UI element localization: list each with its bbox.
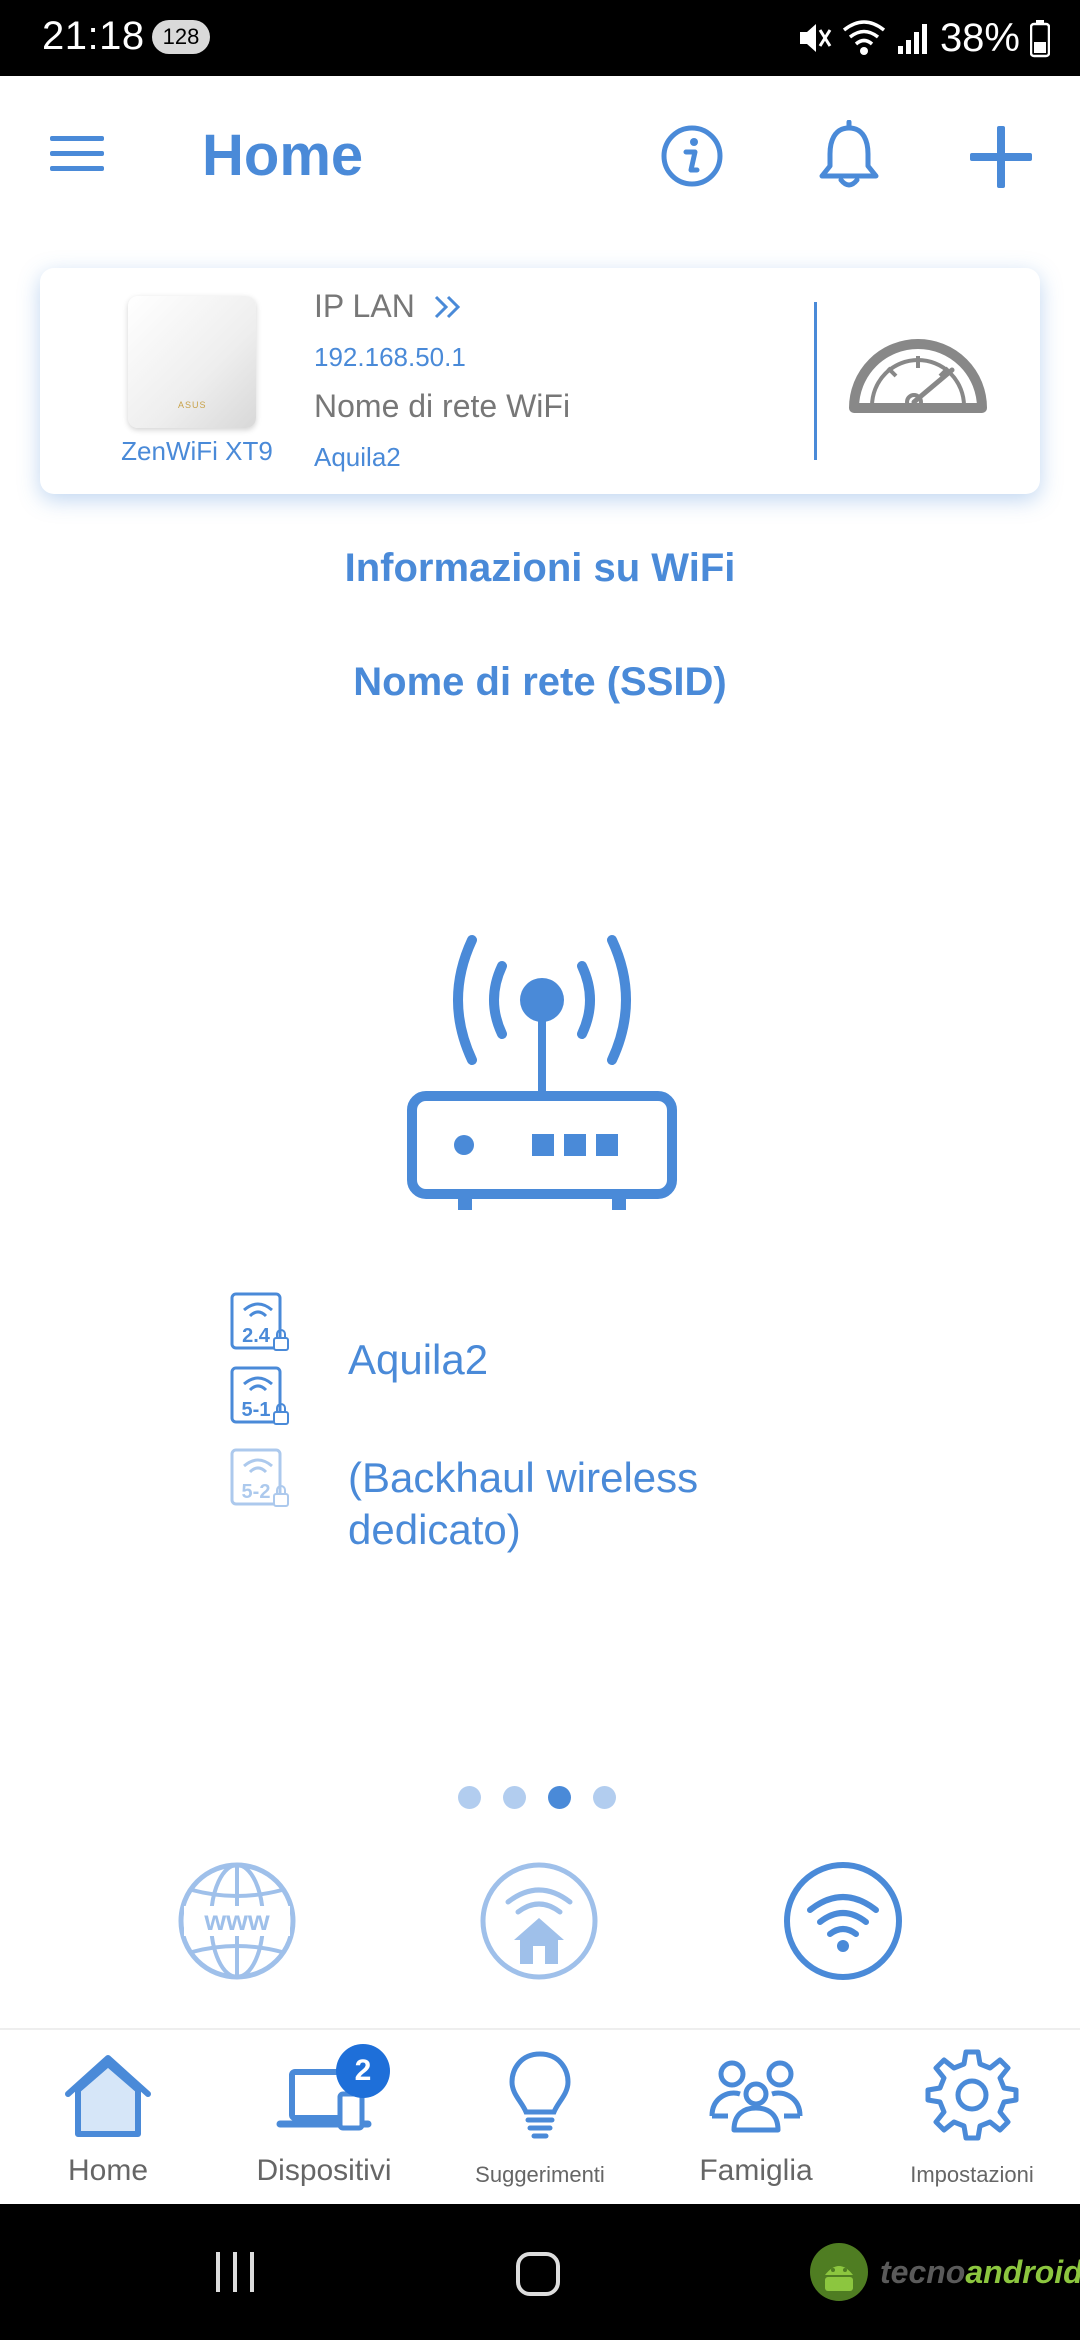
wifi-signal-icon [842,20,886,55]
ip-label: IP LAN [314,288,415,324]
device-model: ZenWiFi XT9 [121,436,273,466]
watermark: tecnoandroid [808,2232,1080,2312]
network-value: Aquila2 [314,442,401,472]
lightbulb-icon [509,2051,571,2139]
nav-settings-label: Impostazioni [910,2162,1034,2187]
page-dot[interactable] [503,1786,526,1809]
router-image: ASUS [128,296,256,428]
ssid-name: Aquila2 [348,1336,489,1383]
card-divider [814,302,817,460]
watermark-prefix: tecno [880,2253,966,2290]
info-icon[interactable] [660,124,724,188]
ssid-title: Nome di rete (SSID) [353,660,727,704]
family-icon [709,2060,803,2133]
nav-home[interactable]: Home [0,2030,216,2206]
system-nav-bar: tecnoandroid [0,2204,1080,2340]
nav-family[interactable]: Famiglia [648,2030,864,2206]
band-51-label: 5-1 [242,1399,271,1421]
device-card[interactable]: ASUS ZenWiFi XT9 IP LAN 192.168.50.1 Nom… [40,268,1040,494]
watermark-text: tecnoandroid [880,2254,1080,2291]
nav-tips-label: Suggerimenti [475,2162,605,2187]
nav-devices[interactable]: 2 Dispositivi [216,2030,432,2206]
status-bar: 21:18 128 38% [0,0,1080,76]
band-24-label: 2.4 [242,1325,271,1347]
devices-count-badge: 2 [336,2044,390,2098]
page-dot-active[interactable] [548,1786,571,1809]
plus-icon[interactable] [968,124,1034,190]
nav-settings[interactable]: Impostazioni [864,2030,1080,2206]
nav-home-label: Home [67,2154,149,2187]
wifi-icon[interactable] [782,1860,904,1982]
router-logo: ASUS [178,400,207,410]
router-illustration-icon [407,935,677,1210]
page-dot[interactable] [458,1786,481,1809]
mute-icon [799,24,832,52]
wifi-band-52-icon: 5-2 [228,1448,292,1512]
backhaul-text: (Backhaul wireless dedicato) [348,1454,699,1553]
watermark-suffix: android [965,2253,1080,2290]
nav-family-label: Famiglia [699,2154,813,2187]
page-title: Home [202,123,364,188]
page-dot[interactable] [593,1786,616,1809]
band-52-label: 5-2 [242,1481,271,1503]
home-icon [65,2055,151,2137]
wifi-band-24-icon: 2.4 [228,1292,292,1356]
recent-apps-icon[interactable] [212,2250,258,2294]
wifi-info-title: Informazioni su WiFi [344,546,736,590]
status-icons: 38% [796,14,1050,62]
battery-icon [1030,20,1050,58]
android-logo-icon [810,2243,868,2301]
bottom-nav: Home 2 Dispositivi Suggerimenti Famiglia… [0,2028,1080,2204]
status-notification-badge: 128 [152,20,210,54]
www-globe-icon[interactable]: www [176,1860,298,1982]
app-bar: Home [0,76,1080,236]
nav-tips[interactable]: Suggerimenti [432,2030,648,2206]
cell-signal-icon [897,24,927,54]
nav-devices-label: Dispositivi [256,2154,392,2187]
home-wifi-icon[interactable] [478,1860,600,1982]
double-chevron-right-icon[interactable] [432,292,466,322]
page-indicator [458,1786,616,1809]
menu-icon[interactable] [48,126,108,182]
speedometer-icon[interactable] [844,316,992,428]
battery-percent: 38% [939,15,1020,60]
system-home-icon[interactable] [514,2250,562,2298]
status-time: 21:18 [42,14,145,58]
ip-value: 192.168.50.1 [314,342,466,372]
bell-icon[interactable] [814,120,884,192]
network-label: Nome di rete WiFi [314,388,571,424]
svg-text:www: www [203,1905,270,1936]
gear-icon [925,2049,1019,2141]
wifi-band-51-icon: 5-1 [228,1366,292,1430]
